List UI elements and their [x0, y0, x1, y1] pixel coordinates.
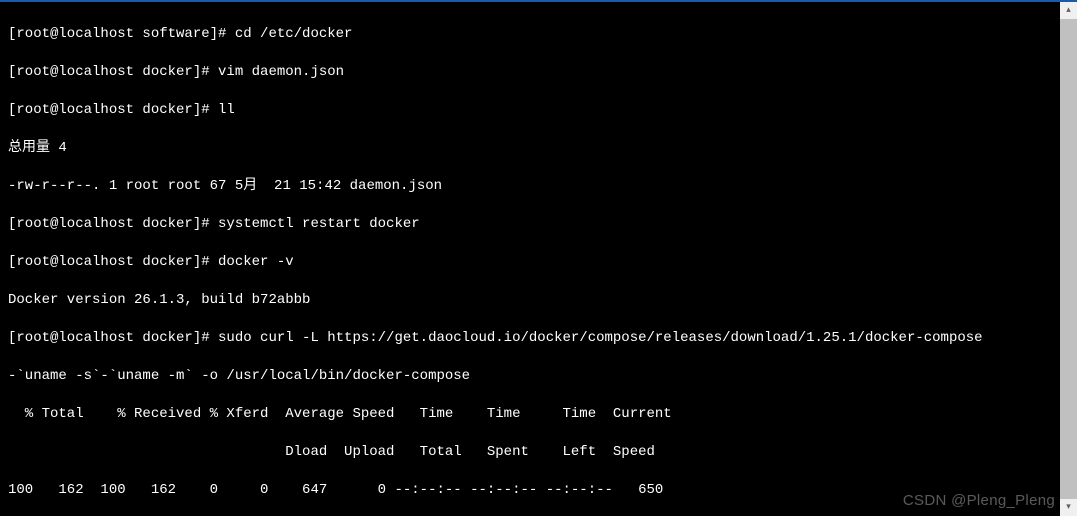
terminal-line: % Total % Received % Xferd Average Speed… [8, 405, 1069, 424]
terminal-output[interactable]: [root@localhost software]# cd /etc/docke… [0, 2, 1077, 516]
terminal-line: Docker version 26.1.3, build b72abbb [8, 291, 1069, 310]
terminal-line: [root@localhost docker]# ll [8, 101, 1069, 120]
chevron-up-icon: ▴ [1066, 1, 1071, 20]
terminal-line: [root@localhost docker]# vim daemon.json [8, 63, 1069, 82]
terminal-line: [root@localhost docker]# systemctl resta… [8, 215, 1069, 234]
terminal-line: [root@localhost docker]# docker -v [8, 253, 1069, 272]
terminal-line: -rw-r--r--. 1 root root 67 5月 21 15:42 d… [8, 177, 1069, 196]
terminal-line: [root@localhost software]# cd /etc/docke… [8, 25, 1069, 44]
chevron-down-icon: ▾ [1066, 498, 1071, 516]
scroll-down-button[interactable]: ▾ [1060, 499, 1077, 516]
watermark-text: CSDN @Pleng_Pleng [903, 491, 1055, 510]
vertical-scrollbar[interactable]: ▴ ▾ [1060, 2, 1077, 516]
terminal-line: 总用量 4 [8, 139, 1069, 158]
terminal-line: -`uname -s`-`uname -m` -o /usr/local/bin… [8, 367, 1069, 386]
terminal-line: Dload Upload Total Spent Left Speed [8, 443, 1069, 462]
scrollbar-thumb[interactable] [1060, 19, 1077, 499]
scroll-up-button[interactable]: ▴ [1060, 2, 1077, 19]
terminal-line: [root@localhost docker]# sudo curl -L ht… [8, 329, 1069, 348]
